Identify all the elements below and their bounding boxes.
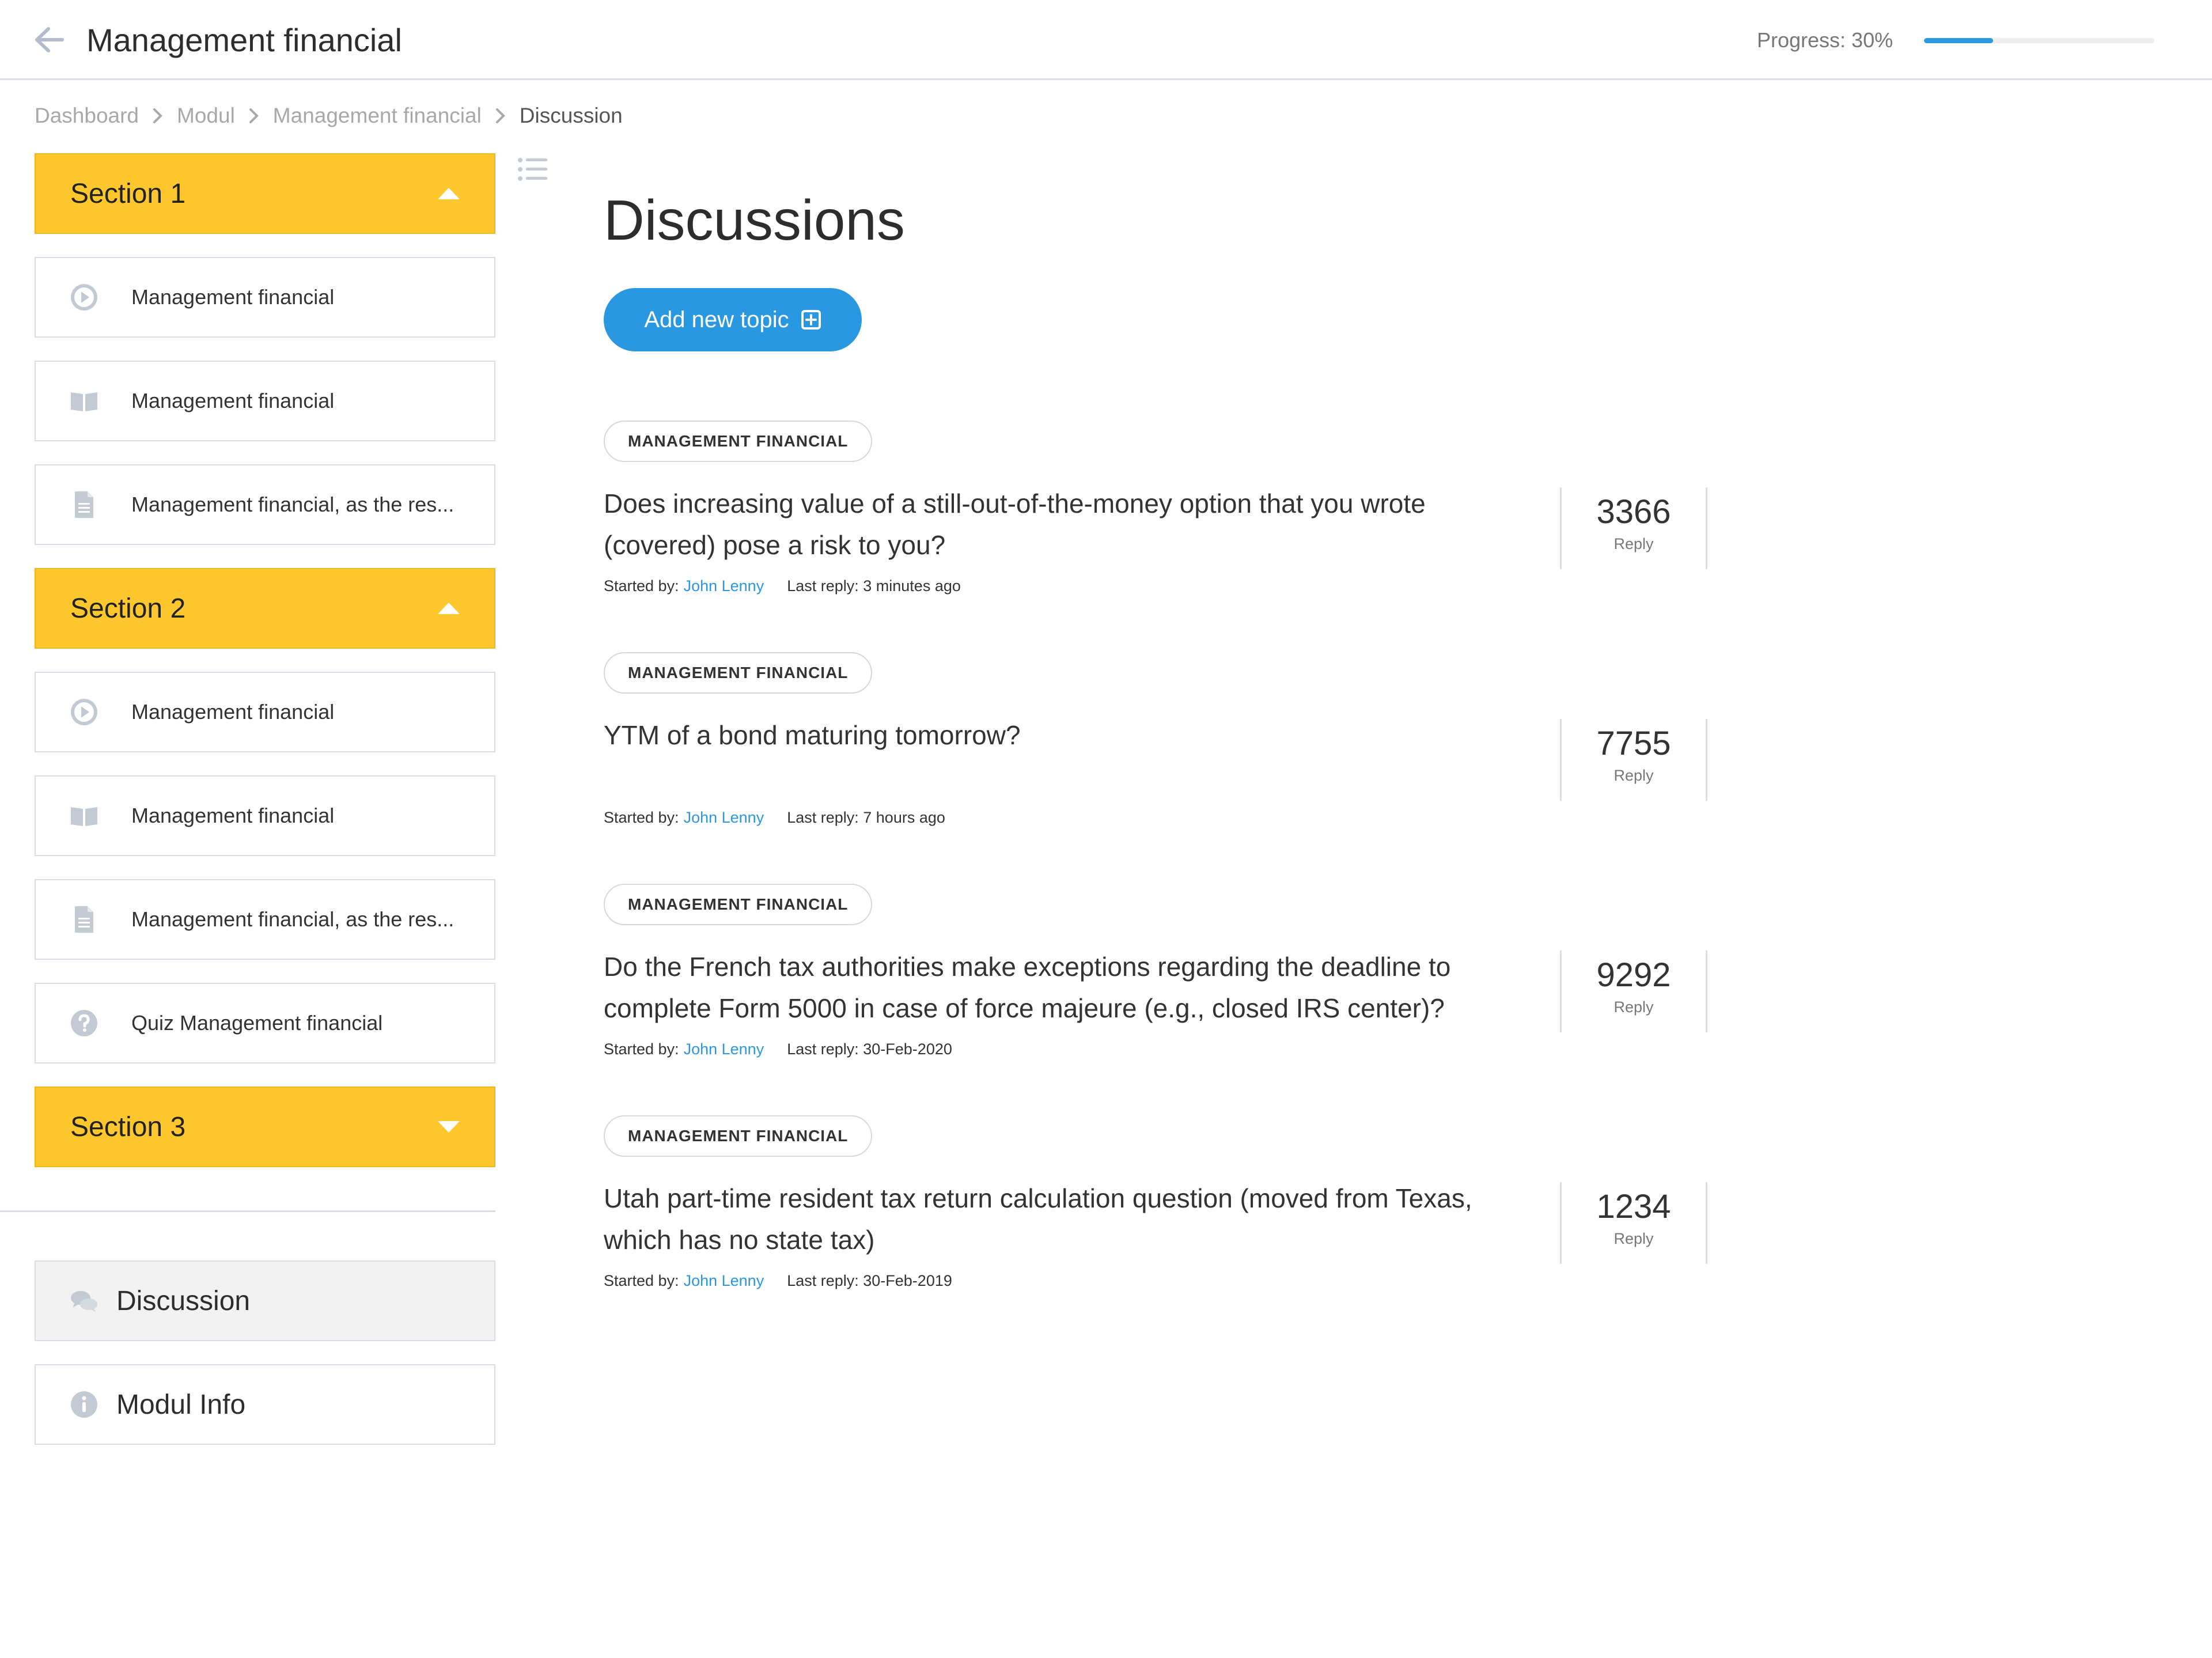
nav-label: Discussion bbox=[116, 1285, 251, 1316]
reply-count: 7755 bbox=[1596, 725, 1671, 762]
reply-counter: 9292 Reply bbox=[1560, 951, 1707, 1032]
topic-tag[interactable]: MANAGEMENT FINANCIAL bbox=[604, 652, 873, 694]
back-arrow-icon[interactable] bbox=[33, 27, 65, 53]
topic-author-link[interactable]: John Lenny bbox=[684, 1272, 764, 1289]
page-header-title: Management financial bbox=[86, 22, 402, 58]
list-toggle-icon[interactable] bbox=[517, 157, 547, 182]
topic-meta: Started by: John Lenny Last reply: 3 minut… bbox=[604, 576, 961, 596]
page-title: Discussions bbox=[604, 188, 905, 252]
breadcrumb-dashboard[interactable]: Dashboard bbox=[35, 103, 139, 129]
section-title: Section 3 bbox=[70, 1111, 186, 1142]
started-by-label: Started by: bbox=[604, 577, 679, 595]
chat-bubbles-icon bbox=[71, 1291, 97, 1312]
reply-counter: 3366 Reply bbox=[1560, 487, 1707, 569]
lesson-label: Management financial, as the res... bbox=[131, 907, 454, 931]
add-new-topic-label: Add new topic bbox=[644, 306, 789, 332]
topic-meta: Started by: John Lenny Last reply: 30-Feb-… bbox=[604, 1039, 952, 1059]
topic-title[interactable]: Utah part-time resident tax return calcu… bbox=[604, 1178, 1525, 1260]
chevron-right-icon bbox=[249, 108, 259, 123]
add-new-topic-button[interactable]: Add new topic bbox=[604, 288, 862, 351]
lesson-item-quiz[interactable]: Quiz Management financial bbox=[35, 983, 495, 1063]
lesson-label: Management financial, as the res... bbox=[131, 493, 454, 516]
lesson-item-reading[interactable]: Management financial bbox=[35, 775, 495, 856]
started-by-label: Started by: bbox=[604, 1040, 679, 1058]
course-sidebar: Section 1 Management financial Managemen… bbox=[35, 153, 495, 1190]
lesson-label: Management financial bbox=[131, 389, 335, 412]
plus-square-icon bbox=[801, 310, 821, 330]
topic-tag[interactable]: MANAGEMENT FINANCIAL bbox=[604, 1115, 873, 1157]
book-icon bbox=[69, 801, 99, 831]
reply-label: Reply bbox=[1613, 998, 1654, 1016]
progress-label: Progress: 30% bbox=[1757, 28, 1893, 52]
topic-item: MANAGEMENT FINANCIAL Does increasing val… bbox=[604, 421, 1710, 605]
started-by-label: Started by: bbox=[604, 1272, 679, 1289]
caret-down-icon bbox=[438, 1121, 460, 1133]
topic-author-link[interactable]: John Lenny bbox=[684, 1040, 764, 1058]
topic-meta: Started by: John Lenny Last reply: 30-Feb-… bbox=[604, 1271, 952, 1290]
lesson-item-video[interactable]: Management financial bbox=[35, 672, 495, 752]
topic-tag[interactable]: MANAGEMENT FINANCIAL bbox=[604, 884, 873, 925]
nav-modul-info[interactable]: Modul Info bbox=[35, 1364, 495, 1445]
caret-up-icon bbox=[438, 188, 460, 199]
progress-bar bbox=[1924, 38, 2154, 43]
lesson-label: Management financial bbox=[131, 285, 335, 309]
topic-author-link[interactable]: John Lenny bbox=[684, 809, 764, 826]
section-3-header[interactable]: Section 3 bbox=[35, 1087, 495, 1167]
topic-title[interactable]: YTM of a bond maturing tomorrow? bbox=[604, 714, 1525, 756]
started-by-label: Started by: bbox=[604, 809, 679, 826]
section-title: Section 2 bbox=[70, 593, 186, 624]
topic-item: MANAGEMENT FINANCIAL Do the French tax a… bbox=[604, 884, 1710, 1068]
reply-label: Reply bbox=[1613, 535, 1654, 552]
reply-label: Reply bbox=[1613, 1230, 1654, 1247]
reply-count: 1234 bbox=[1596, 1188, 1671, 1225]
question-circle-icon bbox=[69, 1008, 99, 1038]
document-icon bbox=[69, 904, 99, 934]
breadcrumb-discussion: Discussion bbox=[519, 104, 623, 127]
breadcrumb-management-financial[interactable]: Management financial bbox=[273, 103, 482, 129]
caret-up-icon bbox=[438, 603, 460, 614]
breadcrumb-modul[interactable]: Modul bbox=[177, 103, 235, 129]
info-circle-icon bbox=[71, 1391, 97, 1418]
topic-item: MANAGEMENT FINANCIAL Utah part-time resi… bbox=[604, 1115, 1710, 1300]
chevron-right-icon bbox=[495, 108, 505, 123]
chevron-right-icon bbox=[153, 108, 162, 123]
topic-meta: Started by: John Lenny Last reply: 7 hours… bbox=[604, 808, 945, 827]
play-circle-icon bbox=[69, 282, 99, 312]
top-bar: Management financial Progress: 30% bbox=[0, 0, 2212, 80]
book-icon bbox=[69, 386, 99, 416]
section-1-header[interactable]: Section 1 bbox=[35, 153, 495, 234]
lesson-label: Management financial bbox=[131, 700, 335, 724]
last-reply-text: Last reply: 3 minutes ago bbox=[787, 577, 961, 595]
last-reply-text: Last reply: 7 hours ago bbox=[787, 809, 945, 826]
topic-tag[interactable]: MANAGEMENT FINANCIAL bbox=[604, 421, 873, 462]
reply-count: 9292 bbox=[1596, 956, 1671, 994]
nav-label: Modul Info bbox=[116, 1389, 246, 1420]
lesson-item-document[interactable]: Management financial, as the res... bbox=[35, 879, 495, 960]
lesson-item-reading[interactable]: Management financial bbox=[35, 361, 495, 441]
last-reply-text: Last reply: 30-Feb-2019 bbox=[787, 1272, 952, 1289]
breadcrumb: Dashboard Modul Management financial Dis… bbox=[35, 103, 623, 129]
reply-label: Reply bbox=[1613, 767, 1654, 784]
reply-counter: 7755 Reply bbox=[1560, 719, 1707, 801]
topic-title[interactable]: Do the French tax authorities make excep… bbox=[604, 946, 1525, 1029]
reply-count: 3366 bbox=[1596, 493, 1671, 531]
sidebar-divider bbox=[0, 1210, 495, 1212]
nav-discussion[interactable]: Discussion bbox=[35, 1260, 495, 1341]
progress-bar-fill bbox=[1924, 38, 1993, 43]
document-icon bbox=[69, 490, 99, 520]
play-circle-icon bbox=[69, 697, 99, 727]
topic-item: MANAGEMENT FINANCIAL YTM of a bond matur… bbox=[604, 652, 1710, 836]
topic-author-link[interactable]: John Lenny bbox=[684, 577, 764, 595]
last-reply-text: Last reply: 30-Feb-2020 bbox=[787, 1040, 952, 1058]
topic-title[interactable]: Does increasing value of a still-out-of-… bbox=[604, 483, 1525, 566]
lesson-label: Management financial bbox=[131, 804, 335, 827]
lesson-item-document[interactable]: Management financial, as the res... bbox=[35, 464, 495, 545]
section-2-header[interactable]: Section 2 bbox=[35, 568, 495, 649]
reply-counter: 1234 Reply bbox=[1560, 1182, 1707, 1264]
lesson-item-video[interactable]: Management financial bbox=[35, 257, 495, 338]
section-title: Section 1 bbox=[70, 178, 186, 209]
lesson-label: Quiz Management financial bbox=[131, 1011, 383, 1035]
